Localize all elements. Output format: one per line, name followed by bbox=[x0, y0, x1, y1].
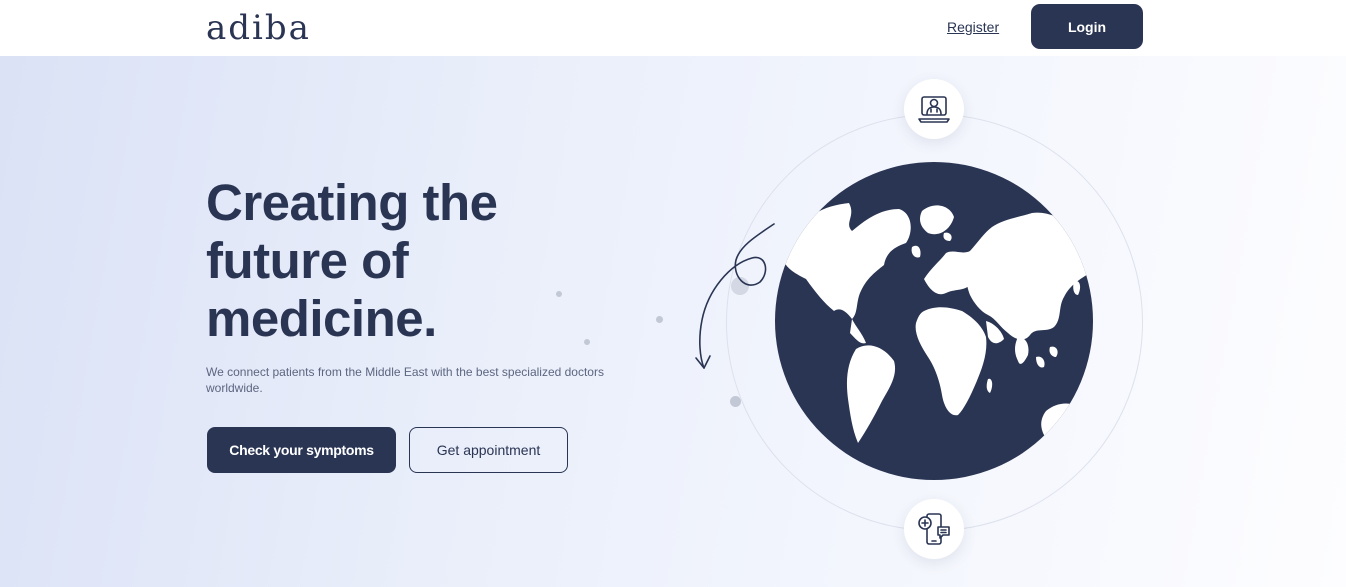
headline-line-1: Creating the bbox=[206, 174, 498, 231]
decorative-dot bbox=[584, 339, 590, 345]
logo[interactable]: adiba bbox=[206, 8, 311, 48]
get-appointment-button[interactable]: Get appointment bbox=[409, 427, 568, 473]
login-button[interactable]: Login bbox=[1031, 4, 1143, 49]
globe-icon bbox=[774, 161, 1094, 481]
check-symptoms-button[interactable]: Check your symptoms bbox=[207, 427, 396, 473]
decorative-dot bbox=[656, 316, 663, 323]
mobile-chat-icon bbox=[904, 499, 964, 559]
hero-headline: Creating the future of medicine. bbox=[206, 174, 566, 348]
hero-section: Creating the future of medicine. We conn… bbox=[0, 56, 1346, 587]
decorative-dot bbox=[556, 291, 562, 297]
navbar: adiba Register Login bbox=[0, 0, 1346, 56]
headline-line-3: medicine. bbox=[206, 290, 437, 347]
hand-drawn-arrow-icon bbox=[695, 223, 775, 369]
register-link[interactable]: Register bbox=[947, 17, 999, 37]
headline-line-2: future of bbox=[206, 232, 409, 289]
doctor-laptop-icon bbox=[904, 79, 964, 139]
hero-subtext: We connect patients from the Middle East… bbox=[206, 365, 604, 395]
